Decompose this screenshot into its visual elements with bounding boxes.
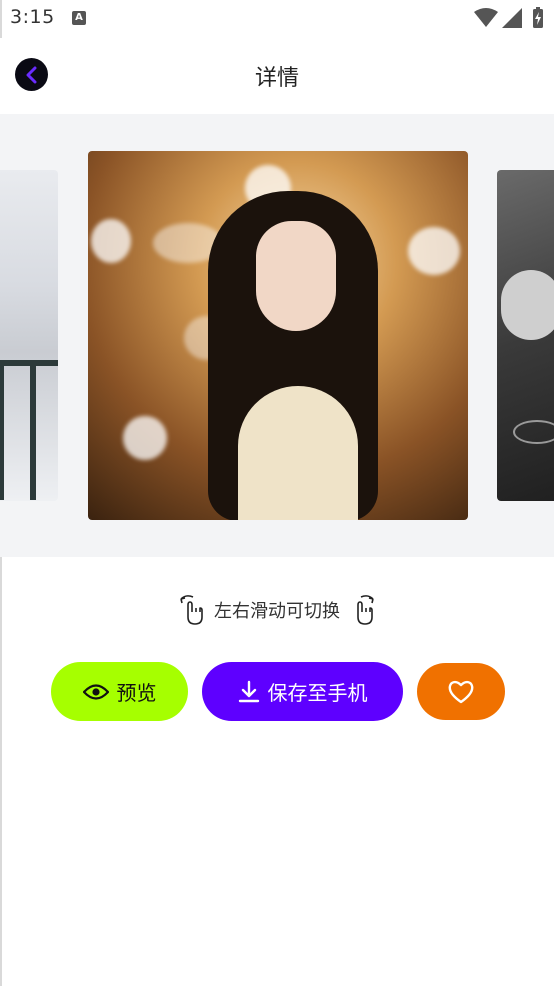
portrait-dress [238,386,358,520]
status-time: 3:15 [10,6,55,28]
swipe-hint-text: 左右滑动可切换 [214,601,340,622]
save-to-phone-button[interactable]: 保存至手机 [202,662,403,721]
bokeh-light [91,219,131,263]
heart-icon [448,680,474,703]
railing-post [0,360,4,500]
swipe-hint: 左右滑动可切换 [0,590,554,630]
page-title: 详情 [254,66,299,91]
slide-hand-wineglass[interactable] [497,170,554,501]
download-icon [238,680,259,702]
hand-shape [501,270,554,340]
railing-post [30,360,36,500]
preview-button[interactable]: 预览 [51,662,188,721]
signal-icon [502,8,522,28]
swipe-left-hand-icon [180,595,203,625]
glass-base [513,420,554,444]
status-bar: 3:15 A [0,0,554,38]
swipe-right-hand-icon [357,595,374,625]
eye-icon [82,683,109,700]
bokeh-light [123,416,167,460]
portrait-face [256,221,336,331]
notification-a-icon: A [72,11,86,25]
slide-girl-portrait[interactable] [88,151,468,520]
preview-label: 预览 [116,681,157,705]
wifi-icon [474,8,498,27]
battery-charging-icon [533,7,543,28]
top-app-bar: 详情 [0,38,554,114]
railing [0,360,58,366]
favorite-button[interactable] [417,663,505,720]
save-label: 保存至手机 [267,681,368,705]
slide-snowy-balcony[interactable] [0,170,58,501]
bokeh-light [408,227,460,275]
image-carousel[interactable] [0,114,554,557]
